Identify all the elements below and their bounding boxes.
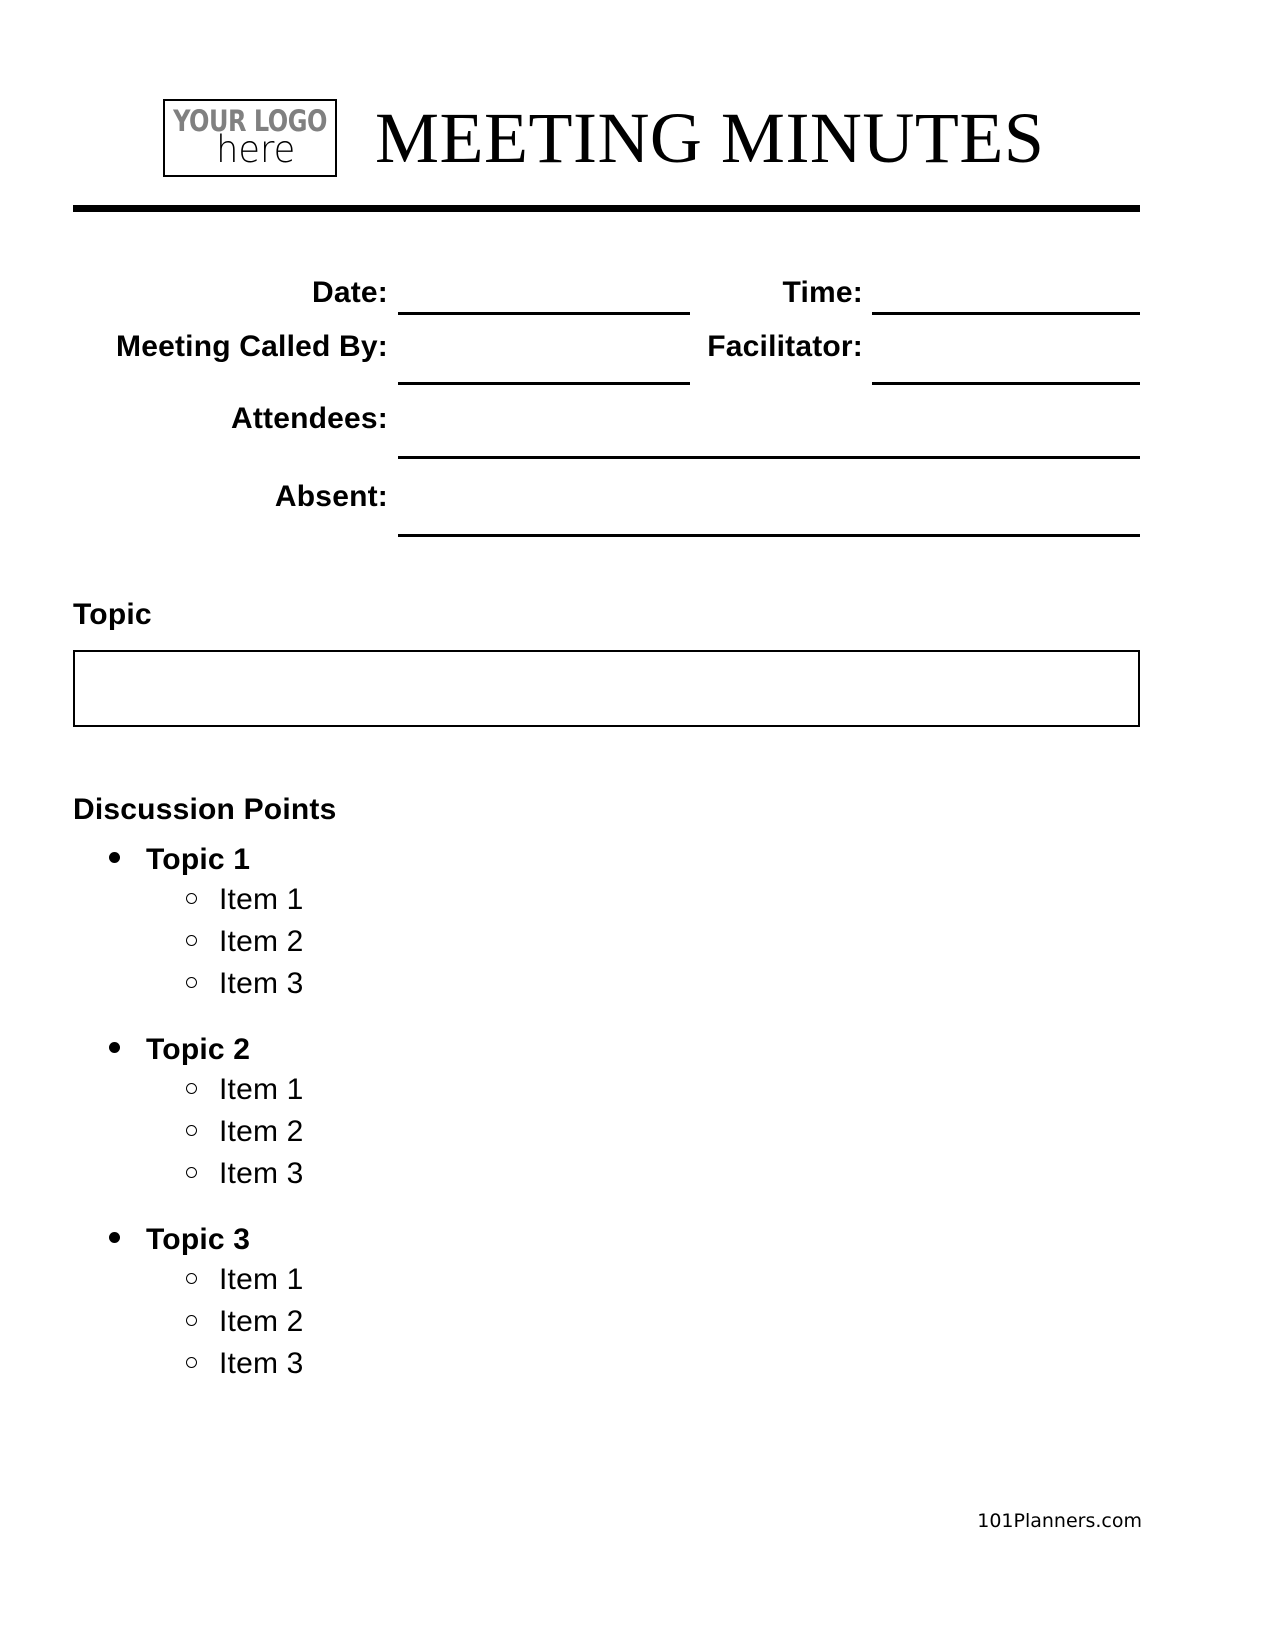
field-input-meeting-called-by[interactable] <box>398 382 690 385</box>
list-item[interactable]: Item 2 <box>186 1307 1073 1337</box>
discussion-topic-label: Topic 2 <box>146 1033 251 1066</box>
discussion-item-label: Item 3 <box>219 967 304 1000</box>
list-item[interactable]: Topic 3 <box>109 1225 1073 1255</box>
field-input-absent[interactable] <box>398 534 1140 537</box>
hollow-bullet-icon <box>186 1357 197 1368</box>
filled-bullet-icon <box>109 852 120 863</box>
logo-placeholder[interactable]: YOUR LOGO here <box>163 99 337 177</box>
discussion-item-label: Item 1 <box>219 883 304 916</box>
discussion-item-label: Item 2 <box>219 1305 304 1338</box>
document-header: YOUR LOGO here MEETING MINUTES <box>73 88 1140 188</box>
topic-input-box[interactable] <box>73 650 1140 727</box>
field-input-date[interactable] <box>398 312 690 315</box>
hollow-bullet-icon <box>186 1083 197 1094</box>
discussion-topic-label: Topic 3 <box>146 1223 251 1256</box>
discussion-item-label: Item 2 <box>219 925 304 958</box>
hollow-bullet-icon <box>186 1167 197 1178</box>
field-input-attendees[interactable] <box>398 456 1140 459</box>
meeting-minutes-page: YOUR LOGO here MEETING MINUTES Date: Tim… <box>0 0 1275 1650</box>
discussion-topic-group: Topic 1 Item 1 Item 2 Item 3 <box>73 845 1073 999</box>
field-label-facilitator: Facilitator: <box>707 330 863 363</box>
discussion-topic-group: Topic 2 Item 1 Item 2 Item 3 <box>73 1035 1073 1189</box>
list-item[interactable]: Topic 2 <box>109 1035 1073 1065</box>
list-item[interactable]: Item 1 <box>186 885 1073 915</box>
list-item[interactable]: Item 2 <box>186 1117 1073 1147</box>
logo-secondary-text: here <box>216 128 296 171</box>
list-item[interactable]: Item 3 <box>186 1349 1073 1379</box>
list-item[interactable]: Item 3 <box>186 969 1073 999</box>
hollow-bullet-icon <box>186 1125 197 1136</box>
list-item[interactable]: Topic 1 <box>109 845 1073 875</box>
hollow-bullet-icon <box>186 1315 197 1326</box>
field-label-attendees: Attendees: <box>230 402 388 435</box>
list-item[interactable]: Item 2 <box>186 927 1073 957</box>
discussion-item-label: Item 3 <box>219 1347 304 1380</box>
field-input-time[interactable] <box>872 312 1140 315</box>
discussion-topic-group: Topic 3 Item 1 Item 2 Item 3 <box>73 1225 1073 1379</box>
field-label-meeting-called-by: Meeting Called By: <box>116 330 388 363</box>
hollow-bullet-icon <box>186 977 197 988</box>
discussion-topic-label: Topic 1 <box>146 843 251 876</box>
discussion-item-label: Item 1 <box>219 1073 304 1106</box>
field-label-absent: Absent: <box>274 480 388 513</box>
page-title: MEETING MINUTES <box>375 98 1045 178</box>
discussion-points-list: Topic 1 Item 1 Item 2 Item 3 Topic 2 Ite… <box>73 845 1073 1415</box>
discussion-item-label: Item 2 <box>219 1115 304 1148</box>
header-divider <box>73 205 1140 212</box>
hollow-bullet-icon <box>186 1273 197 1284</box>
field-input-facilitator[interactable] <box>872 382 1140 385</box>
field-label-time: Time: <box>782 276 863 309</box>
discussion-item-label: Item 3 <box>219 1157 304 1190</box>
list-item[interactable]: Item 1 <box>186 1265 1073 1295</box>
footer-credit[interactable]: 101Planners.com <box>977 1512 1142 1531</box>
discussion-item-label: Item 1 <box>219 1263 304 1296</box>
field-label-date: Date: <box>311 276 388 309</box>
hollow-bullet-icon <box>186 935 197 946</box>
filled-bullet-icon <box>109 1042 120 1053</box>
list-item[interactable]: Item 3 <box>186 1159 1073 1189</box>
list-item[interactable]: Item 1 <box>186 1075 1073 1105</box>
discussion-section-heading: Discussion Points <box>73 793 337 826</box>
topic-section-heading: Topic <box>73 598 152 631</box>
hollow-bullet-icon <box>186 893 197 904</box>
filled-bullet-icon <box>109 1232 120 1243</box>
